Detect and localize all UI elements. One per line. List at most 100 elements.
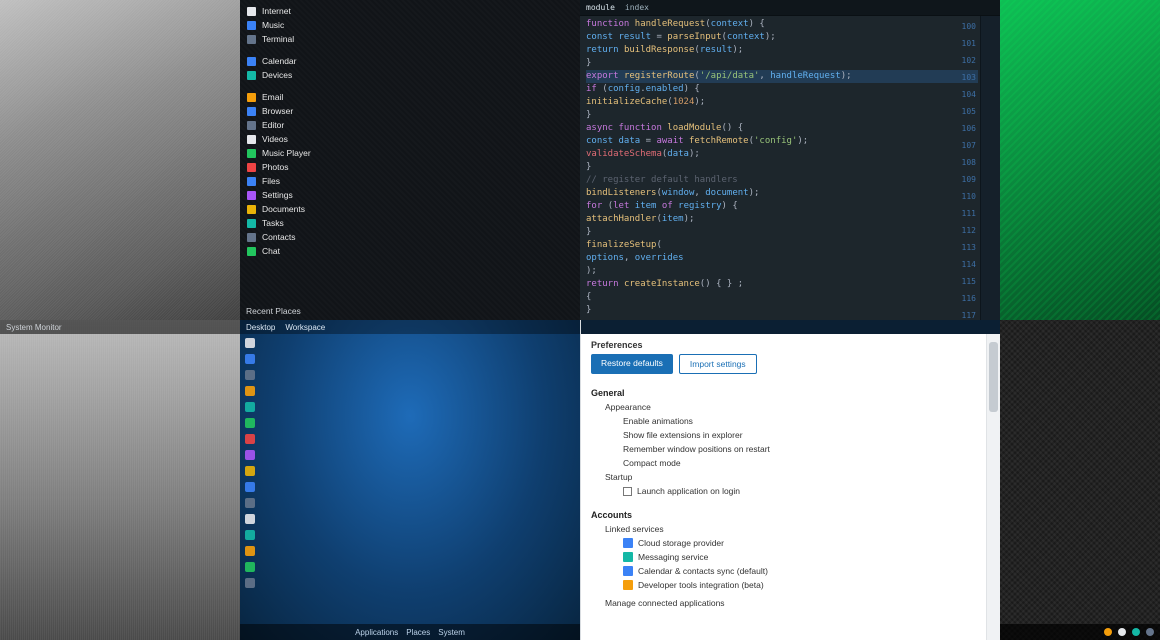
dock-app-icon[interactable] [245,338,255,348]
code-line[interactable]: } [586,57,978,70]
tree-item[interactable]: Enable animations [605,414,990,428]
code-line[interactable]: } [586,161,978,174]
tree-footer-link[interactable]: Manage connected applications [605,592,990,610]
code-line[interactable]: validateSchema(data); [586,148,978,161]
editor-tab[interactable]: index [625,1,649,14]
vertical-brushed-wallpaper: System Monitor [0,320,240,640]
editor-tab[interactable]: module [586,1,615,14]
service-item[interactable]: Cloud storage provider [605,536,990,550]
code-line[interactable]: return buildResponse(result); [586,44,978,57]
tray-icon[interactable] [1118,628,1126,636]
code-line[interactable]: const result = parseInput(context); [586,31,978,44]
code-line[interactable]: } [586,226,978,239]
tree-item[interactable]: Compact mode [605,456,990,470]
code-line[interactable]: { [586,291,978,304]
restore-defaults-button[interactable]: Restore defaults [591,354,673,374]
start-menu-item[interactable]: Documents [240,202,580,216]
start-menu-item[interactable]: Files [240,174,580,188]
code-line[interactable]: bindListeners(window, document); [586,187,978,200]
code-line[interactable]: } [586,304,978,317]
service-item[interactable]: Developer tools integration (beta) [605,578,990,592]
code-line[interactable]: const data = await fetchRemote('config')… [586,135,978,148]
start-menu-item-label: Documents [262,205,305,214]
code-line[interactable]: async function loadModule() { [586,122,978,135]
dock-app-icon[interactable] [245,386,255,396]
ruler-number: 105 [962,103,976,120]
tree-parent-services[interactable]: Linked services [605,522,990,536]
code-line[interactable]: attachHandler(item); [586,213,978,226]
code-line[interactable]: options, overrides [586,252,978,265]
start-menu-item[interactable]: Music Player [240,146,580,160]
code-line[interactable]: export registerRoute('/api/data', handle… [586,70,978,83]
title-item[interactable]: Workspace [285,323,325,332]
taskbar-item[interactable]: Applications [355,628,398,637]
import-settings-button[interactable]: Import settings [679,354,757,374]
code-line[interactable]: finalizeSetup( [586,239,978,252]
service-icon [623,552,633,562]
ruler-number: 116 [962,290,976,307]
start-menu-footer: Recent Places [246,306,301,316]
code-line[interactable]: for (let item of registry) { [586,200,978,213]
settings-scrollbar[interactable] [986,334,1000,640]
start-menu-item[interactable]: Devices [240,68,580,82]
start-menu-item[interactable]: Tasks [240,216,580,230]
settings-section-general: General [581,382,1000,400]
editor-scrollbar[interactable] [980,16,1000,320]
tree-item[interactable]: Launch application on login [605,484,990,498]
start-menu-item[interactable]: Email [240,90,580,104]
scrollbar-thumb[interactable] [989,342,998,412]
start-menu-item[interactable]: Settings [240,188,580,202]
tray-icon[interactable] [1104,628,1112,636]
start-menu-item[interactable]: Browser [240,104,580,118]
code-line[interactable]: ); [586,265,978,278]
checkbox-icon[interactable] [623,487,632,496]
dock-app-icon[interactable] [245,434,255,444]
dock-app-icon[interactable] [245,578,255,588]
dock-app-icon[interactable] [245,514,255,524]
dock-app-icon[interactable] [245,402,255,412]
dock-app-icon[interactable] [245,450,255,460]
tree-parent-startup[interactable]: Startup [605,470,990,484]
service-item[interactable]: Messaging service [605,550,990,564]
start-menu-item-label: Music Player [262,149,311,158]
service-label: Messaging service [638,552,708,562]
start-menu-item[interactable]: Calendar [240,54,580,68]
dock-app-icon[interactable] [245,418,255,428]
dock-app-icon[interactable] [245,354,255,364]
start-menu-item[interactable]: Photos [240,160,580,174]
code-line[interactable]: if (config.enabled) { [586,83,978,96]
start-menu-item[interactable]: Internet [240,4,580,18]
taskbar-item[interactable]: Places [406,628,430,637]
code-line[interactable]: } [586,109,978,122]
dock-app-icon[interactable] [245,370,255,380]
start-menu-item[interactable]: Terminal [240,32,580,46]
title-item[interactable]: Desktop [246,323,275,332]
code-line[interactable]: initializeCache(1024); [586,96,978,109]
tray-icon[interactable] [1132,628,1140,636]
ruler-number: 113 [962,239,976,256]
taskbar-item[interactable]: System [438,628,465,637]
tree-item[interactable]: Show file extensions in explorer [605,428,990,442]
start-menu-item[interactable]: Videos [240,132,580,146]
code-body[interactable]: function handleRequest(context) { const … [586,18,978,320]
dock-app-icon[interactable] [245,498,255,508]
code-line[interactable]: return createInstance() { } ; [586,278,978,291]
dock-app-icon[interactable] [245,466,255,476]
dock-app-icon[interactable] [245,546,255,556]
service-item[interactable]: Calendar & contacts sync (default) [605,564,990,578]
tree-item[interactable]: Remember window positions on restart [605,442,990,456]
ruler-number: 102 [962,52,976,69]
tree-parent-appearance[interactable]: Appearance [605,400,990,414]
code-line[interactable]: // register default handlers [586,174,978,187]
dock-app-icon[interactable] [245,562,255,572]
dock-app-icon[interactable] [245,530,255,540]
start-menu-item[interactable]: Chat [240,244,580,258]
tray-icon[interactable] [1146,628,1154,636]
settings-section-accounts: Accounts [581,504,1000,522]
start-menu-item[interactable]: Music [240,18,580,32]
start-menu-item[interactable]: Contacts [240,230,580,244]
start-menu-item[interactable]: Editor [240,118,580,132]
dock-app-icon[interactable] [245,482,255,492]
green-diagonal-wallpaper [1000,0,1160,320]
code-line[interactable]: function handleRequest(context) { [586,18,978,31]
